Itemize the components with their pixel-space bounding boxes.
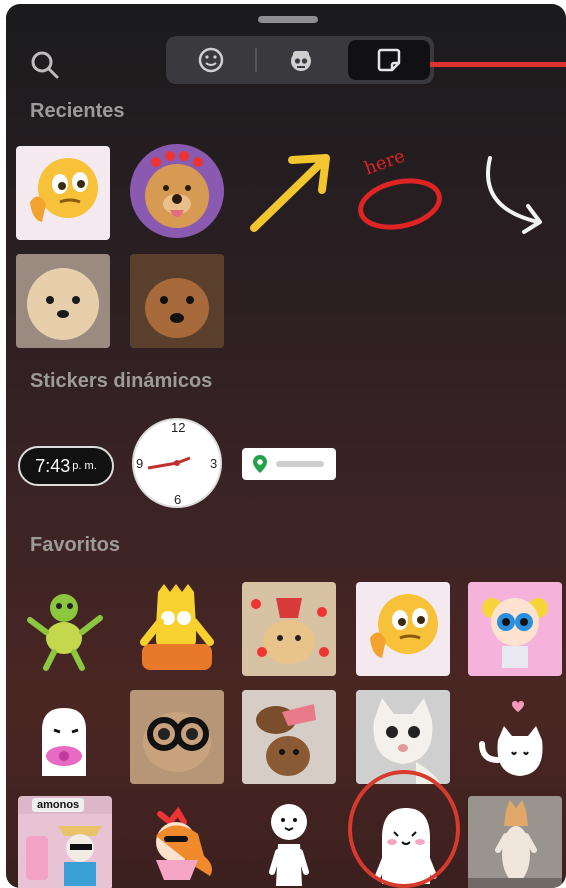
dogs-meme-icon: [242, 690, 336, 784]
drag-handle[interactable]: [258, 16, 318, 23]
turtle-icon: [27, 594, 103, 671]
category-tabs: [166, 36, 434, 84]
section-dynamic-title: Stickers dinámicos: [30, 370, 213, 392]
tab-divider: [255, 48, 257, 72]
tab-stickers[interactable]: [348, 40, 430, 80]
smiley-face-icon: [198, 47, 224, 73]
dog-hearts-hat-sticker[interactable]: [242, 582, 336, 676]
blossom-powerpuff-sticker[interactable]: [130, 796, 224, 888]
standing-cat-sticker[interactable]: [468, 796, 562, 888]
location-sticker[interactable]: [242, 448, 336, 480]
fluffy-dog-icon: [16, 254, 110, 348]
dog-glasses-sticker[interactable]: [130, 690, 224, 784]
blob-character-bow-sticker[interactable]: [18, 690, 112, 784]
clock-number-12: 12: [171, 420, 186, 435]
section-favorites-title: Favoritos: [30, 534, 121, 556]
green-turtle-dance-sticker[interactable]: [18, 582, 112, 676]
fluffy-dog-photo-sticker[interactable]: [16, 254, 110, 348]
tab-avatar[interactable]: [260, 40, 342, 80]
red-annotation-circle: [348, 770, 460, 888]
time-value: 7:43: [35, 455, 71, 476]
dog-glasses-icon: [130, 690, 224, 784]
stick-figure-sticker[interactable]: [242, 796, 336, 888]
blob-bow-icon: [42, 708, 86, 776]
tab-emoji[interactable]: [170, 40, 252, 80]
sticker-icon: [377, 48, 401, 72]
thinking-emoji-icon-2: [370, 594, 438, 658]
bart-simpson-sticker[interactable]: [130, 582, 224, 676]
white-curved-arrow-sticker[interactable]: [468, 146, 562, 240]
clock-number-3: 3: [210, 456, 218, 471]
bart-icon: [140, 584, 214, 670]
thinking-emoji-icon: [30, 158, 98, 222]
bubbles-icon: [468, 582, 562, 676]
curved-arrow-icon: [486, 156, 542, 234]
location-pin-icon: [253, 455, 267, 473]
sticker-tray: Recientes here Stickers dinámicos 7:43 p.…: [6, 4, 566, 888]
section-recent-title: Recientes: [30, 100, 125, 122]
dogs-meme-sticker[interactable]: [242, 690, 336, 784]
dog-hat-icon: [242, 582, 336, 676]
clock-number-9: 9: [136, 456, 144, 471]
analog-clock-sticker[interactable]: 12 3 6 9: [130, 416, 224, 510]
amonos-dog-sticker[interactable]: amonos: [18, 796, 112, 888]
dog-hearts-icon: [145, 151, 209, 228]
here-circle-sticker[interactable]: here: [352, 146, 446, 240]
thinking-emoji-sticker-2[interactable]: [356, 582, 450, 676]
yellow-arrow-icon: [250, 154, 330, 232]
stick-figure-icon: [269, 804, 309, 886]
avatar-face-icon: [291, 51, 311, 71]
time-sticker[interactable]: 7:43 p. m.: [18, 446, 114, 486]
brown-dog-icon: [130, 254, 224, 348]
clock-number-6: 6: [174, 492, 182, 507]
location-placeholder-bar: [276, 461, 324, 467]
yellow-arrow-sticker[interactable]: [242, 146, 336, 240]
blossom-icon: [156, 806, 212, 880]
dog-hearts-crown-sticker[interactable]: [130, 144, 224, 238]
amonos-label: amonos: [32, 798, 85, 812]
brown-dog-photo-sticker[interactable]: [130, 254, 224, 348]
time-ampm: p. m.: [72, 460, 97, 472]
cat-heart-icon: [479, 701, 543, 776]
standing-cat-icon: [468, 796, 562, 888]
bubbles-powerpuff-sticker[interactable]: [468, 582, 562, 676]
thinking-emoji-sticker[interactable]: [16, 146, 110, 240]
search-icon[interactable]: [28, 48, 62, 82]
white-cat-heart-sticker[interactable]: [468, 690, 562, 784]
red-annotation-line: [430, 62, 566, 67]
